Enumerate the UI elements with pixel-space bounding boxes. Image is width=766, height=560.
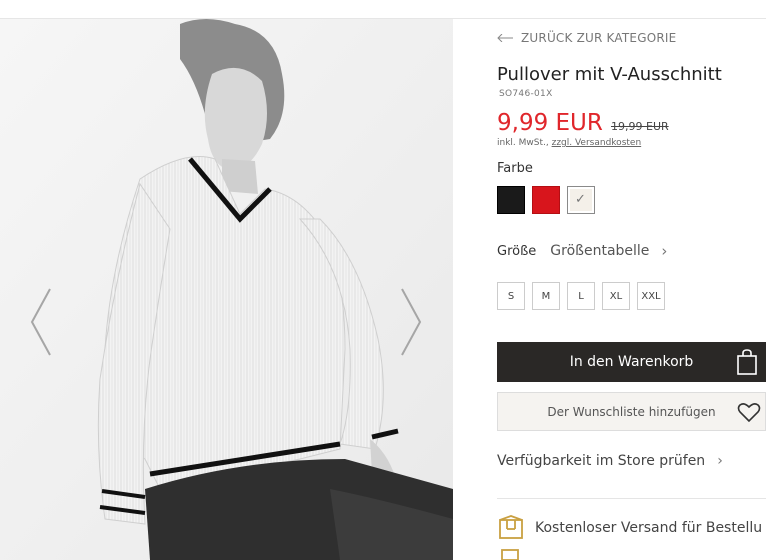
package-icon: [499, 515, 523, 539]
next-image-arrow-icon[interactable]: [398, 287, 424, 357]
prev-image-arrow-icon[interactable]: [28, 287, 54, 357]
color-swatch-white[interactable]: ✓: [567, 186, 595, 214]
return-icon: [501, 549, 519, 560]
size-option-m[interactable]: M: [532, 282, 560, 310]
store-availability-link[interactable]: Verfügbarkeit im Store prüfen ›: [497, 453, 723, 469]
heart-icon: [737, 403, 761, 423]
chevron-right-icon: ›: [717, 453, 723, 469]
product-sku: SO746-01X: [499, 89, 553, 99]
color-swatch-black[interactable]: [497, 186, 525, 214]
product-title: Pullover mit V-Ausschnitt: [497, 64, 722, 85]
free-shipping-label: Kostenloser Versand für Bestellu: [535, 520, 763, 536]
checkmark-icon: ✓: [575, 192, 586, 207]
back-label: ZURÜCK ZUR KATEGORIE: [521, 31, 677, 45]
vat-note: inkl. MwSt., zzgl. Versandkosten: [497, 138, 641, 148]
size-header: Größe Größentabelle ›: [497, 242, 667, 260]
free-shipping-info: Kostenloser Versand für Bestellu: [497, 515, 762, 541]
vat-text: inkl. MwSt.,: [497, 138, 552, 148]
divider: [497, 498, 766, 499]
size-options: S M L XL XXL: [497, 282, 672, 310]
product-gallery: [0, 19, 453, 560]
current-price: 9,99 EUR: [497, 110, 603, 136]
color-label: Farbe: [497, 161, 533, 176]
add-to-cart-label: In den Warenkorb: [569, 354, 694, 370]
size-chart-link[interactable]: Größentabelle: [550, 243, 649, 259]
size-option-xxl[interactable]: XXL: [637, 282, 665, 310]
size-option-xl[interactable]: XL: [602, 282, 630, 310]
store-availability-label: Verfügbarkeit im Store prüfen: [497, 453, 706, 469]
add-to-wishlist-button[interactable]: Der Wunschliste hinzufügen: [497, 392, 766, 431]
chevron-right-icon: ›: [661, 242, 668, 260]
color-swatch-red[interactable]: [532, 186, 560, 214]
add-to-cart-button[interactable]: In den Warenkorb: [497, 342, 766, 382]
shopping-bag-icon: [737, 349, 757, 375]
back-to-category-link[interactable]: ZURÜCK ZUR KATEGORIE: [497, 31, 676, 45]
wishlist-label: Der Wunschliste hinzufügen: [547, 404, 716, 419]
size-option-l[interactable]: L: [567, 282, 595, 310]
shipping-costs-link[interactable]: zzgl. Versandkosten: [552, 138, 642, 148]
size-label: Größe: [497, 243, 537, 259]
arrow-left-icon: [497, 34, 513, 42]
product-info-panel: ZURÜCK ZUR KATEGORIE Pullover mit V-Auss…: [497, 0, 766, 560]
product-photo: [0, 19, 453, 560]
size-option-s[interactable]: S: [497, 282, 525, 310]
old-price: 19,99 EUR: [611, 120, 669, 133]
